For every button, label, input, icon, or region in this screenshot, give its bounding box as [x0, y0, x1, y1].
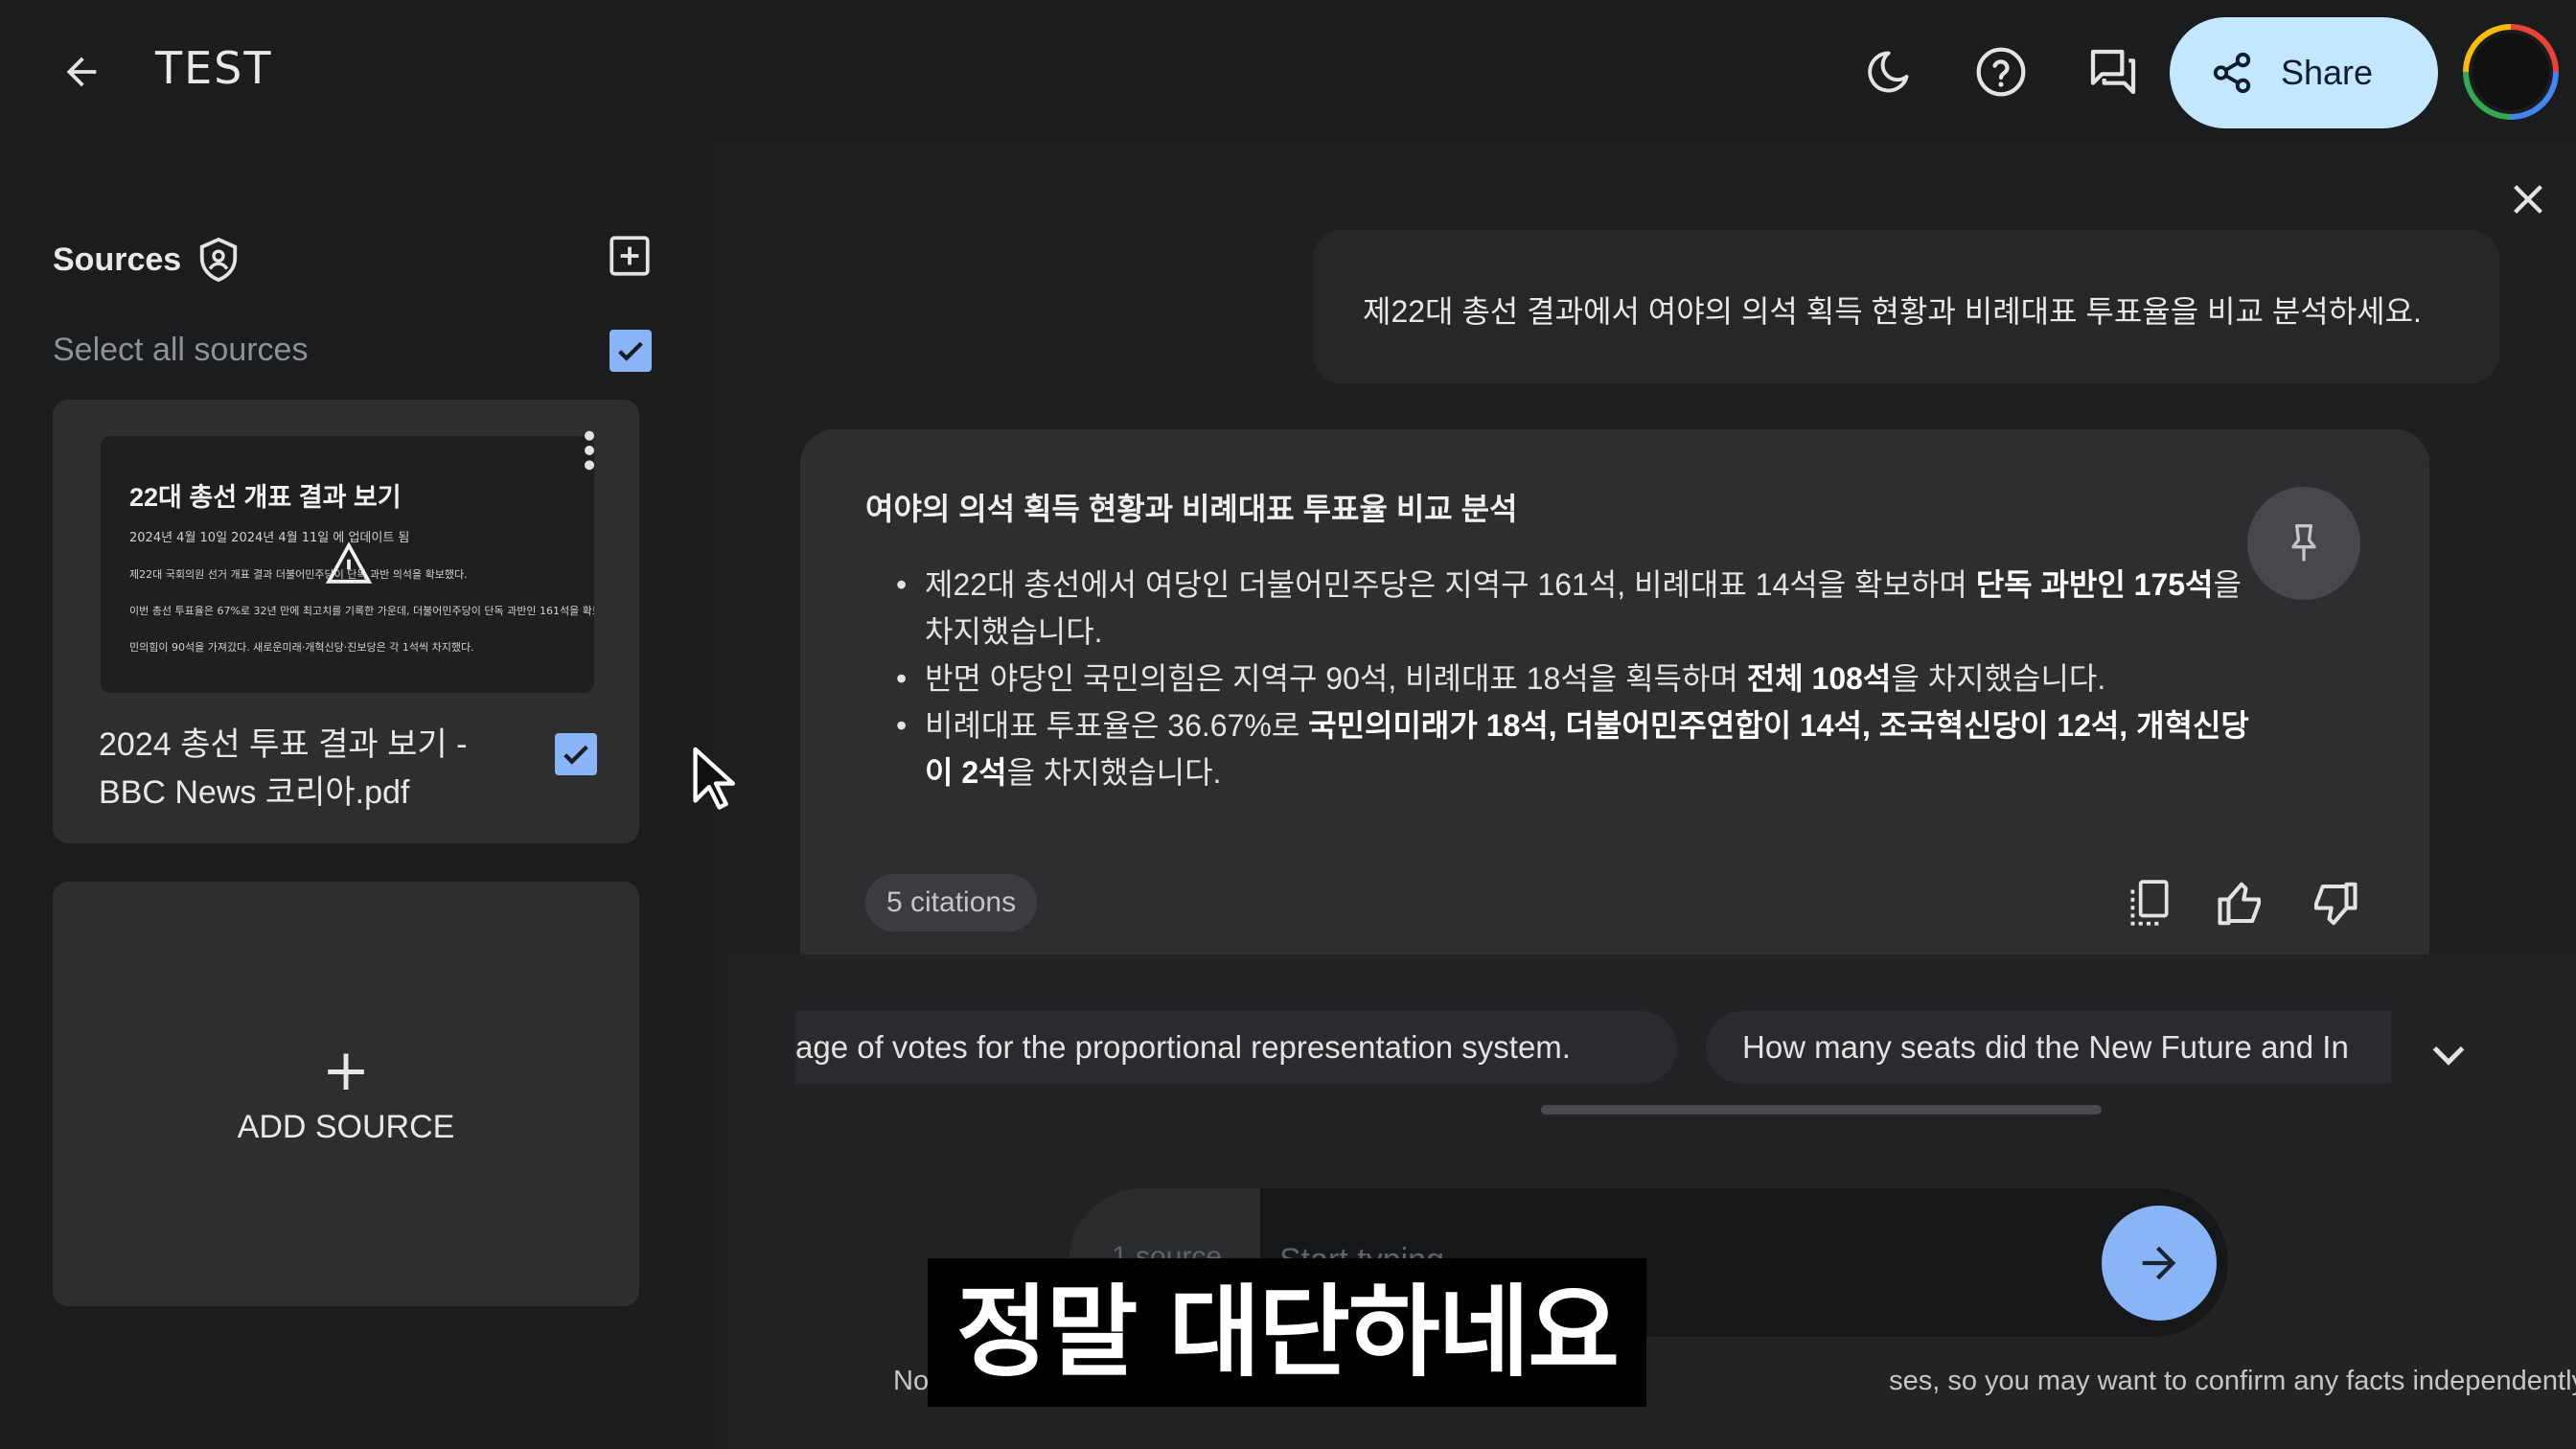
suggestion-chip[interactable]: age of votes for the proportional repres…: [795, 1011, 1677, 1084]
send-button[interactable]: [2102, 1206, 2217, 1321]
dark-mode-button[interactable]: [1856, 40, 1920, 104]
thumbs-down-button[interactable]: [2303, 873, 2364, 934]
thumbs-up-icon: [2218, 882, 2262, 926]
answer-title: 여야의 의석 획득 현황과 비례대표 투표율 비교 분석: [865, 492, 1518, 526]
warning-icon: [325, 541, 373, 584]
add-source-icon-button[interactable]: [606, 232, 654, 280]
dark-mode-icon: [1868, 51, 1909, 93]
add-source-label: ADD SOURCE: [237, 1109, 455, 1145]
source-checkbox[interactable]: [555, 733, 597, 775]
check-icon: [564, 745, 588, 765]
answer-bullet: 제22대 총선에서 여당인 더불어민주당은 지역구 161석, 비례대표 14석…: [896, 562, 2276, 656]
notebook-title[interactable]: TEST: [155, 42, 272, 94]
share-label: Share: [2281, 53, 2374, 92]
avatar[interactable]: [2463, 24, 2559, 120]
help-icon: [1976, 47, 2026, 97]
thumbnail-line: 민의힘이 90석을 가져갔다. 새로운미래·개혁신당·진보당은 각 1석씩 차지…: [129, 641, 474, 654]
back-button[interactable]: [53, 43, 110, 101]
plus-icon: +: [321, 1037, 371, 1104]
thumbnail-line: 이번 총선 투표율은 67%로 32년 만에 최고치를 기록한 가운데, 더불어…: [129, 605, 594, 617]
select-all-label: Select all sources: [53, 332, 309, 368]
copy-icon: [2130, 880, 2169, 926]
answer-bullet: 반면 야당인 국민의힘은 지역구 90석, 비례대표 18석을 획득하며 전체 …: [896, 656, 2276, 702]
avatar-image: [2469, 30, 2553, 114]
more-vert-icon[interactable]: [582, 428, 597, 472]
answer-card: 여야의 의석 획득 현황과 비례대표 투표율 비교 분석 제22대 총선에서 여…: [800, 429, 2429, 954]
sources-heading: Sources: [53, 242, 182, 278]
user-message: 제22대 총선 결과에서 여야의 의석 획득 현황과 비례대표 투표율을 비교 …: [1313, 230, 2499, 383]
select-all-checkbox[interactable]: [610, 330, 652, 372]
shield-icon: [199, 237, 238, 283]
disclaimer-left: No: [893, 1366, 930, 1396]
arrow-back-icon: [66, 57, 97, 87]
share-button[interactable]: Share: [2170, 17, 2438, 128]
close-icon[interactable]: [2506, 177, 2550, 221]
citations-chip[interactable]: 5 citations: [865, 874, 1038, 932]
arrow-forward-icon: [2142, 1246, 2176, 1280]
thumbnail-title: 22대 총선 개표 결과 보기: [129, 483, 402, 512]
disclaimer-right: ses, so you may want to confirm any fact…: [1889, 1366, 2576, 1396]
chat-button[interactable]: [2082, 40, 2145, 104]
video-subtitle: 정말 대단하네요: [928, 1258, 1646, 1407]
suggestions-scrollbar[interactable]: [1541, 1105, 2102, 1115]
answer-bullet: 비례대표 투표율은 36.67%로 국민의미래가 18석, 더불어민주연합이 1…: [896, 702, 2276, 796]
copy-button[interactable]: [2118, 873, 2179, 934]
sources-sidebar: Sources Select all sources 22대 총선 개표 결과 …: [0, 144, 690, 1449]
source-card[interactable]: 22대 총선 개표 결과 보기 2024년 4월 10일 2024년 4월 11…: [53, 400, 639, 843]
pin-icon: [2291, 524, 2316, 562]
thumbs-down-icon: [2313, 882, 2358, 926]
help-button[interactable]: [1969, 40, 2033, 104]
chat-icon: [2090, 49, 2136, 95]
answer-list: 제22대 총선에서 여당인 더불어민주당은 지역구 161석, 비례대표 14석…: [896, 562, 2276, 796]
source-thumbnail: 22대 총선 개표 결과 보기 2024년 4월 10일 2024년 4월 11…: [101, 436, 594, 693]
chevron-down-icon[interactable]: [2425, 1037, 2472, 1075]
suggestion-chip[interactable]: How many seats did the New Future and In: [1706, 1011, 2391, 1084]
share-icon: [2213, 52, 2251, 94]
thumbs-up-button[interactable]: [2211, 873, 2272, 934]
top-bar: TEST Share: [0, 0, 2576, 144]
add-source-button[interactable]: + ADD SOURCE: [53, 882, 639, 1306]
source-name: 2024 총선 투표 결과 보기 - BBC News 코리아.pdf: [99, 726, 468, 811]
check-icon: [618, 341, 643, 361]
mouse-cursor-icon: [693, 747, 735, 810]
suggestions-row: age of votes for the proportional repres…: [795, 1011, 2391, 1088]
